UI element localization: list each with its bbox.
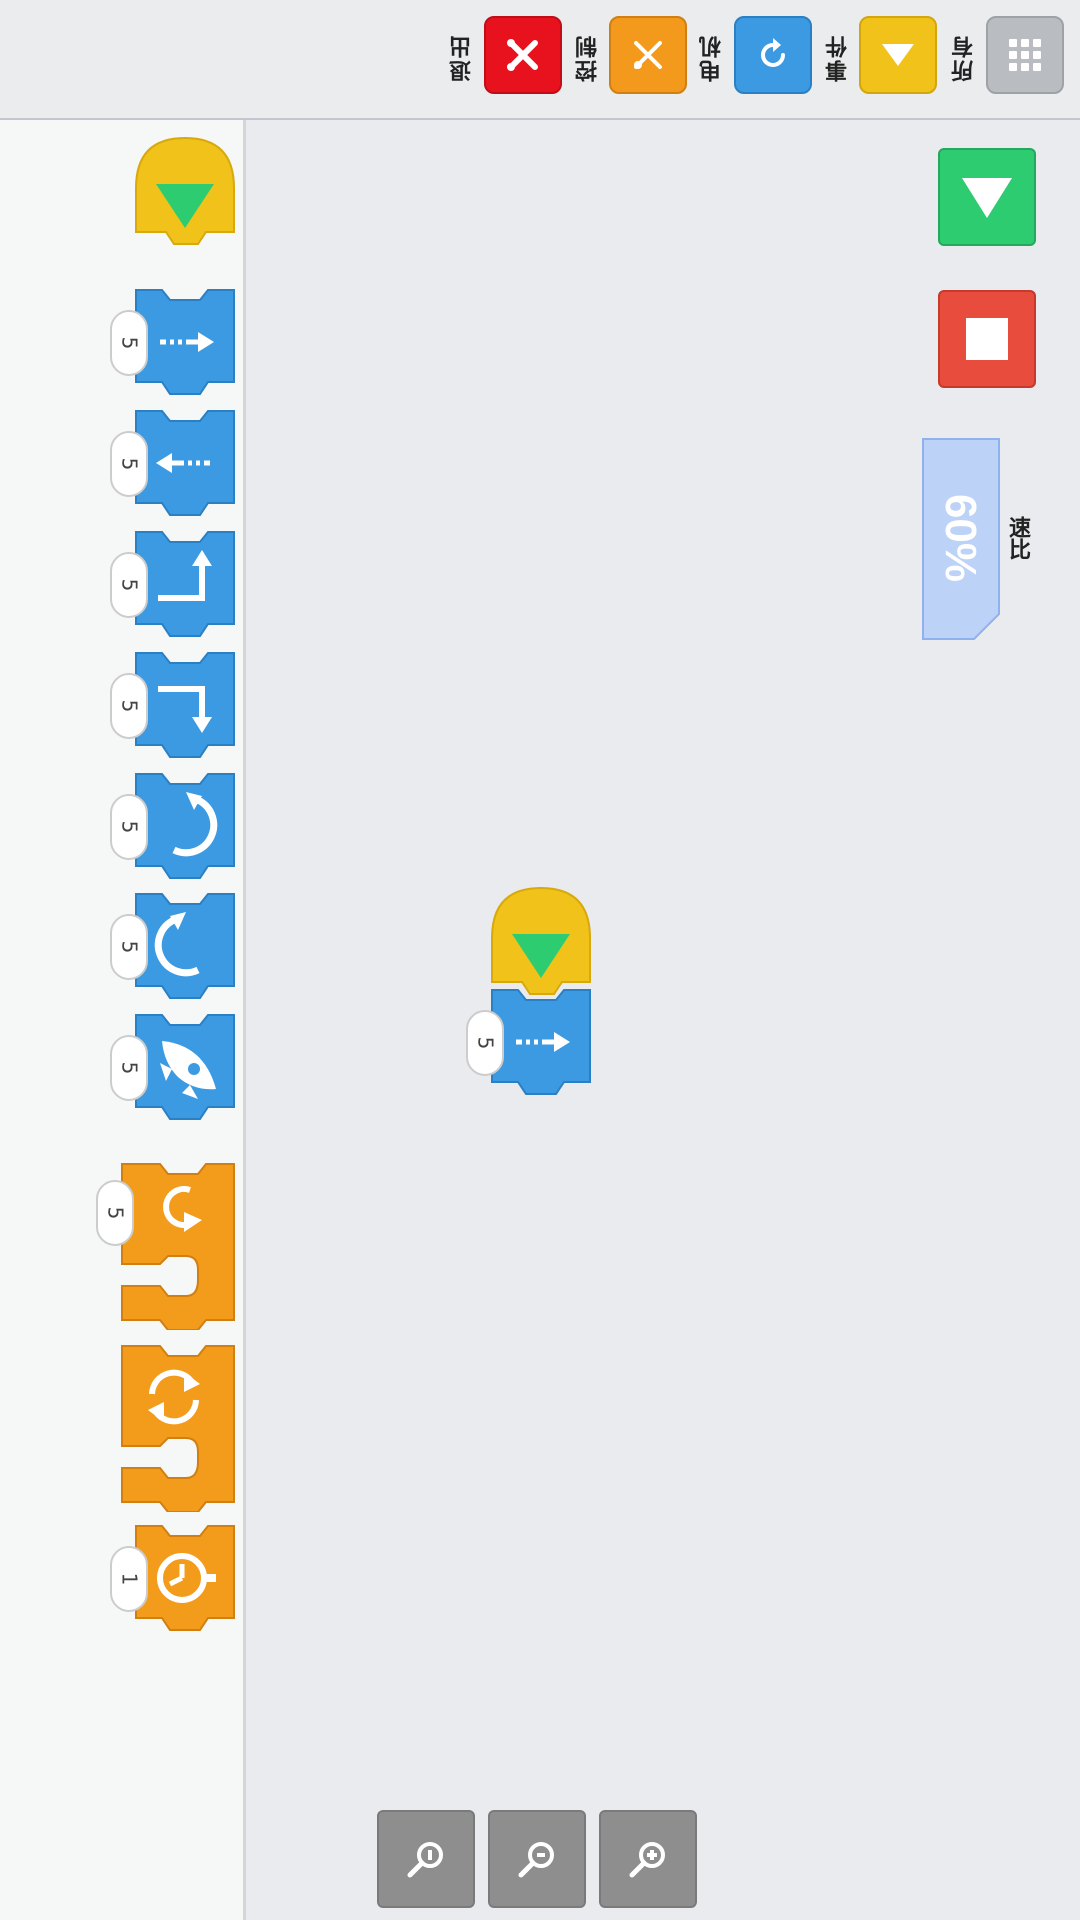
rocket-block[interactable]: 5 xyxy=(110,1011,236,1123)
param-input[interactable]: 5 xyxy=(110,310,148,376)
zoom-reset-button[interactable] xyxy=(488,1810,586,1908)
run-button[interactable] xyxy=(938,148,1036,246)
forever-block[interactable] xyxy=(120,1342,236,1513)
zoom-in-icon xyxy=(629,1842,665,1878)
speed-value: 60% xyxy=(936,493,986,583)
param-input[interactable]: 5 xyxy=(96,1180,134,1246)
stop-icon xyxy=(966,318,1008,360)
script-workspace[interactable]: 5 60% 速比 xyxy=(246,120,1080,1920)
motor-category-button[interactable] xyxy=(734,16,812,94)
when-flag-clicked-block[interactable] xyxy=(134,136,236,248)
param-input[interactable]: 5 xyxy=(466,1010,504,1076)
turn-left-block[interactable]: 5 xyxy=(110,528,236,640)
zoom-in-button[interactable] xyxy=(599,1810,697,1908)
control-category-button[interactable] xyxy=(609,16,687,94)
zoom-out-button[interactable] xyxy=(377,1810,475,1908)
param-input[interactable]: 5 xyxy=(110,914,148,980)
rotate-left-block[interactable]: 5 xyxy=(110,770,236,882)
workspace-move-forward-block[interactable]: 5 xyxy=(466,986,592,1098)
param-input[interactable]: 5 xyxy=(110,794,148,860)
category-label-exit: 退出 xyxy=(450,34,475,82)
control-icon xyxy=(634,41,662,69)
category-label-events: 事件 xyxy=(826,34,851,82)
play-icon xyxy=(962,178,1012,218)
move-forward-block[interactable]: 5 xyxy=(110,286,236,398)
param-input[interactable]: 5 xyxy=(110,552,148,618)
repeat-block[interactable]: 5 xyxy=(96,1160,236,1330)
category-label-control: 控制 xyxy=(576,34,601,82)
events-category-button[interactable] xyxy=(859,16,937,94)
param-input[interactable]: 5 xyxy=(110,431,148,497)
rotate-right-block[interactable]: 5 xyxy=(110,890,236,1002)
category-toolbar: 退出 控制 电机 事件 所有 xyxy=(0,0,1080,120)
flag-icon xyxy=(882,44,914,66)
block-palette: 5 5 5 5 5 5 5 5 1 xyxy=(0,120,246,1920)
zoom-out-icon xyxy=(407,1842,443,1878)
wait-block[interactable]: 1 xyxy=(110,1522,236,1634)
exit-icon xyxy=(507,39,538,71)
motor-icon xyxy=(761,38,785,67)
all-category-button[interactable] xyxy=(986,16,1064,94)
move-backward-block[interactable]: 5 xyxy=(110,407,236,519)
param-input[interactable]: 1 xyxy=(110,1546,148,1612)
zoom-reset-icon xyxy=(518,1842,554,1878)
stop-button[interactable] xyxy=(938,290,1036,388)
grid-icon xyxy=(1009,39,1041,71)
param-input[interactable]: 5 xyxy=(110,1035,148,1101)
workspace-hat-block[interactable] xyxy=(490,886,592,998)
turn-right-block[interactable]: 5 xyxy=(110,649,236,761)
speed-label: 速比 xyxy=(1005,516,1030,560)
param-input[interactable]: 5 xyxy=(110,673,148,739)
exit-button[interactable] xyxy=(484,16,562,94)
category-label-motor: 电机 xyxy=(700,34,725,82)
category-label-all: 所有 xyxy=(952,34,977,82)
